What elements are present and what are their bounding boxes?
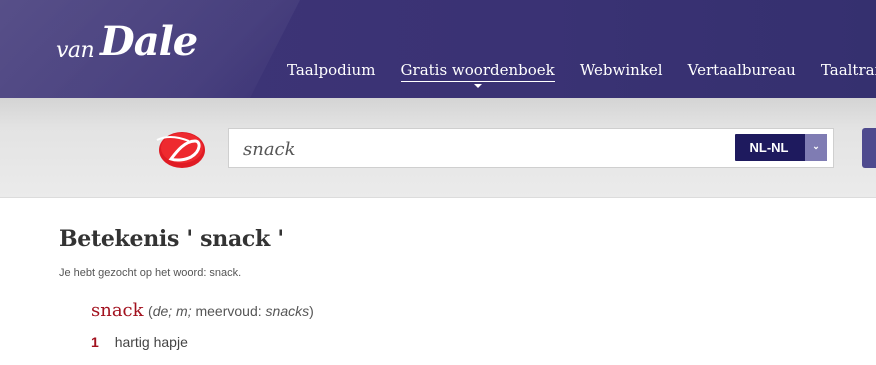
- main-nav: Taalpodium Gratis woordenboek Webwinkel …: [287, 60, 876, 88]
- logo-text-van: van: [56, 38, 95, 63]
- language-select[interactable]: NL-NL ⌄: [735, 134, 827, 161]
- entry-headword: snack: [91, 300, 144, 321]
- grammar-close-paren: ): [309, 303, 314, 319]
- logo-text-dale: Dale: [100, 18, 198, 65]
- entry-grammar: (de; m; meervoud: snacks): [148, 303, 314, 319]
- grammar-plural-label: meervoud:: [191, 303, 266, 319]
- site-header: van Dale Taalpodium Gratis woordenboek W…: [0, 0, 876, 98]
- language-select-label: NL-NL: [749, 140, 789, 155]
- dictionary-entry: snack (de; m; meervoud: snacks): [91, 300, 314, 321]
- grammar-plural: snacks: [265, 303, 310, 319]
- nav-item-webwinkel[interactable]: Webwinkel: [580, 61, 663, 79]
- nav-item-taaltrainingen[interactable]: Taaltrainingen: [821, 61, 876, 79]
- search-input[interactable]: [243, 137, 723, 161]
- nav-item-gratis-woordenboek[interactable]: Gratis woordenboek: [400, 61, 555, 88]
- grammar-gender: de; m;: [152, 303, 192, 319]
- search-note: Je hebt gezocht op het woord: snack.: [59, 267, 242, 279]
- sense-number: 1: [91, 334, 99, 350]
- sense-item: 1 hartig hapje: [91, 334, 188, 350]
- nav-item-vertaalbureau[interactable]: Vertaalbureau: [688, 61, 796, 79]
- chevron-down-icon[interactable]: ⌄: [805, 134, 827, 161]
- search-button[interactable]: [862, 128, 876, 168]
- search-box: NL-NL ⌄: [228, 128, 834, 168]
- sense-text: hartig hapje: [114, 334, 188, 350]
- nav-item-taalpodium[interactable]: Taalpodium: [287, 61, 375, 79]
- van-dale-d-icon: [156, 132, 205, 168]
- page-title: Betekenis ' snack ': [59, 226, 284, 252]
